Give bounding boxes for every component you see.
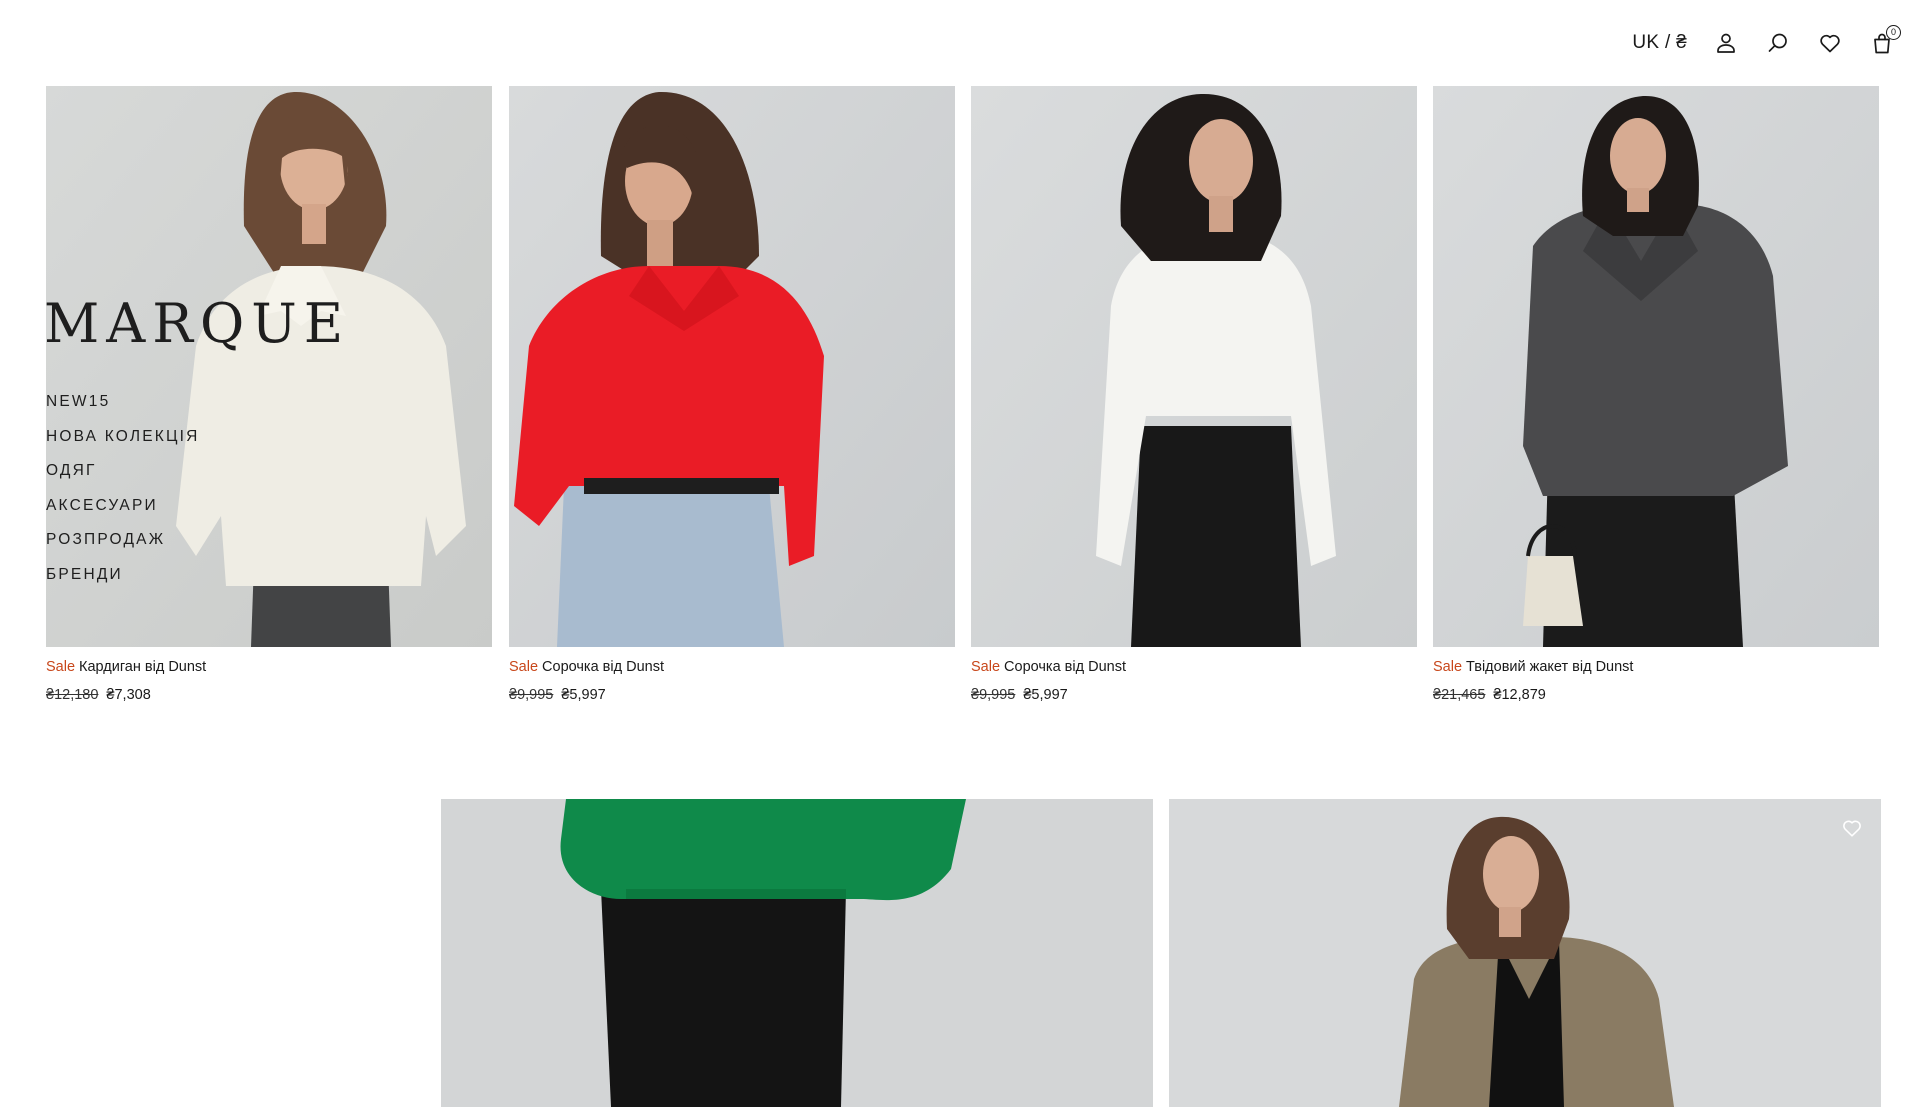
heart-icon[interactable] [1817,30,1843,56]
old-price: ₴12,180 [46,687,99,703]
wishlist-heart-icon[interactable] [1841,817,1865,841]
bag-icon[interactable]: 0 [1869,25,1901,56]
main-menu: NEW15 НОВА КОЛЕКЦІЯ ОДЯГ АКСЕСУАРИ РОЗПР… [46,385,200,592]
product-image[interactable] [1433,86,1879,647]
user-icon[interactable] [1713,30,1739,56]
product-card[interactable]: Sale Сорочка від Dunst ₴9,995 ₴5,997 [971,86,1417,703]
menu-item-accessories[interactable]: АКСЕСУАРИ [46,489,200,524]
old-price: ₴9,995 [509,687,554,703]
sale-price: ₴7,308 [106,687,151,703]
sale-price: ₴5,997 [1023,687,1068,703]
product-image-large[interactable] [441,799,1153,1107]
product-card[interactable]: Sale Твідовий жакет від Dunst ₴21,465 ₴12,… [1433,86,1879,703]
product-image[interactable] [971,86,1417,647]
language-currency-switch[interactable]: UK / ₴ [1632,32,1687,54]
sale-badge: Sale [509,659,539,675]
menu-item-brands[interactable]: БРЕНДИ [46,558,200,593]
menu-item-new-collection[interactable]: НОВА КОЛЕКЦІЯ [46,420,200,455]
product-title[interactable]: Sale Твідовий жакет від Dunst [1433,659,1879,675]
sale-badge: Sale [1433,659,1463,675]
product-card[interactable]: Sale Сорочка від Dunst ₴9,995 ₴5,997 [509,86,955,703]
menu-item-sale[interactable]: РОЗПРОДАЖ [46,523,200,558]
top-bar: UK / ₴ 0 [1632,25,1901,58]
sale-badge: Sale [46,659,76,675]
product-image-large[interactable] [1169,799,1881,1107]
product-title[interactable]: Sale Сорочка від Dunst [971,659,1417,675]
sale-price: ₴5,997 [561,687,606,703]
brand-logo[interactable]: MARQUE [44,292,350,355]
product-name: Кардиган від Dunst [79,659,207,675]
sale-price: ₴12,879 [1493,687,1546,703]
product-image[interactable] [509,86,955,647]
product-name: Сорочка від Dunst [1004,659,1126,675]
menu-item-new15[interactable]: NEW15 [46,385,200,420]
product-title[interactable]: Sale Сорочка від Dunst [509,659,955,675]
product-name: Твідовий жакет від Dunst [1466,659,1634,675]
sale-badge: Sale [971,659,1001,675]
cart-count-badge: 0 [1886,25,1901,40]
product-title[interactable]: Sale Кардиган від Dunst [46,659,492,675]
old-price: ₴9,995 [971,687,1016,703]
product-name: Сорочка від Dunst [542,659,664,675]
menu-item-clothing[interactable]: ОДЯГ [46,454,200,489]
old-price: ₴21,465 [1433,687,1486,703]
search-icon[interactable] [1765,30,1791,56]
